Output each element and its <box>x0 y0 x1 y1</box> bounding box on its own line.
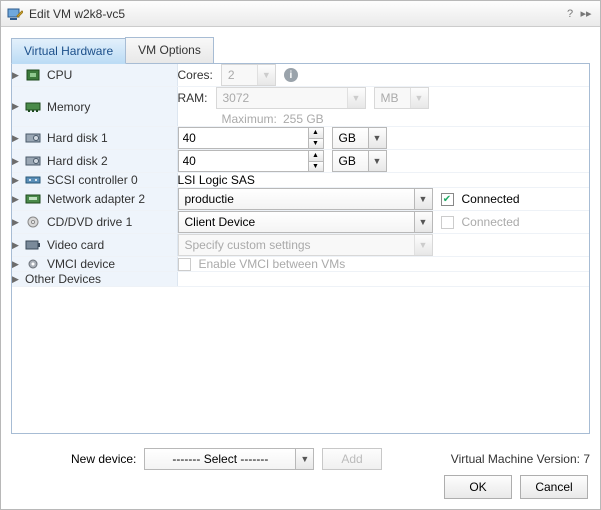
cd-icon <box>25 216 41 228</box>
vm-version-label: Virtual Machine Version: 7 <box>451 452 590 466</box>
cd-select[interactable]: Client Device▼ <box>178 211 433 233</box>
cpu-label: CPU <box>47 68 72 82</box>
vmci-checkbox <box>178 258 191 271</box>
edit-vm-dialog: Edit VM w2k8-vc5 ? ▸▸ Virtual Hardware V… <box>0 0 601 510</box>
row-cpu: ▶ CPU Cores: 2▼ i <box>12 64 589 87</box>
hd1-label: Hard disk 1 <box>47 131 108 145</box>
network-label: Network adapter 2 <box>47 192 145 206</box>
ram-max-label: Maximum: <box>222 112 277 126</box>
row-video-card: ▶ Video card Specify custom settings▼ <box>12 234 589 257</box>
cancel-button[interactable]: Cancel <box>520 475 588 499</box>
controller-icon <box>25 174 41 186</box>
tab-bar: Virtual Hardware VM Options <box>11 37 590 64</box>
expander-icon[interactable]: ▶ <box>12 103 19 110</box>
chevron-down-icon: ▼ <box>257 65 275 85</box>
hardware-panel: ▶ CPU Cores: 2▼ i ▶ <box>11 64 590 434</box>
new-device-select[interactable]: ------- Select -------▼ <box>144 448 314 470</box>
spin-up-icon[interactable]: ▲ <box>309 151 323 162</box>
row-network-adapter: ▶ Network adapter 2 productie▼ ✔ Connect… <box>12 188 589 211</box>
dialog-title: Edit VM w2k8-vc5 <box>29 7 562 21</box>
hd2-unit-select[interactable]: GB▼ <box>332 150 387 172</box>
memory-label: Memory <box>47 100 90 114</box>
video-select: Specify custom settings▼ <box>178 234 433 256</box>
help-icon[interactable]: ? <box>562 6 578 22</box>
cpu-cores-select: 2▼ <box>221 64 276 86</box>
spin-down-icon[interactable]: ▼ <box>309 162 323 172</box>
titlebar: Edit VM w2k8-vc5 ? ▸▸ <box>1 1 600 27</box>
disk-icon <box>25 155 41 167</box>
vmci-label: VMCI device <box>47 257 115 271</box>
row-memory: ▶ Memory RAM: 3072▼ MB▼ <box>12 87 589 127</box>
expander-icon[interactable]: ▶ <box>12 158 19 165</box>
ram-unit-select: MB▼ <box>374 87 429 109</box>
video-label: Video card <box>47 238 104 252</box>
expand-icon[interactable]: ▸▸ <box>578 6 594 22</box>
expander-icon[interactable]: ▶ <box>12 261 19 268</box>
vmci-option-label: Enable VMCI between VMs <box>199 257 346 271</box>
new-device-label: New device: <box>71 452 136 466</box>
disk-icon <box>25 132 41 144</box>
ram-label: RAM: <box>178 91 208 105</box>
vm-edit-icon <box>7 6 23 22</box>
hd2-label: Hard disk 2 <box>47 154 108 168</box>
chevron-down-icon[interactable]: ▼ <box>295 449 313 469</box>
network-connected-checkbox[interactable]: ✔ <box>441 193 454 206</box>
expander-icon[interactable]: ▶ <box>12 219 19 226</box>
ok-button[interactable]: OK <box>444 475 512 499</box>
add-button: Add <box>322 448 381 470</box>
tab-vm-options[interactable]: VM Options <box>125 37 214 63</box>
chevron-down-icon[interactable]: ▼ <box>368 128 386 148</box>
row-hard-disk-2: ▶ Hard disk 2 ▲▼ GB▼ <box>12 150 589 173</box>
row-vmci-device: ▶ VMCI device Enable VMCI between VMs <box>12 257 589 272</box>
gear-icon <box>25 258 41 270</box>
spin-up-icon[interactable]: ▲ <box>309 128 323 139</box>
cd-label: CD/DVD drive 1 <box>47 215 132 229</box>
cpu-icon <box>25 69 41 81</box>
expander-icon[interactable]: ▶ <box>12 72 19 79</box>
row-other-devices: ▶ Other Devices <box>12 272 589 287</box>
hd1-unit-select[interactable]: GB▼ <box>332 127 387 149</box>
expander-icon[interactable]: ▶ <box>12 196 19 203</box>
row-scsi-controller: ▶ SCSI controller 0 LSI Logic SAS <box>12 173 589 188</box>
row-cd-dvd: ▶ CD/DVD drive 1 Client Device▼ Connecte… <box>12 211 589 234</box>
chevron-down-icon[interactable]: ▼ <box>414 212 432 232</box>
hd2-size-input[interactable]: ▲▼ <box>178 150 324 172</box>
network-select[interactable]: productie▼ <box>178 188 433 210</box>
tab-virtual-hardware[interactable]: Virtual Hardware <box>11 38 126 64</box>
ram-value-select: 3072▼ <box>216 87 366 109</box>
ram-max-value: 255 GB <box>283 112 324 126</box>
video-icon <box>25 239 41 251</box>
scsi-label: SCSI controller 0 <box>47 173 138 187</box>
chevron-down-icon: ▼ <box>410 88 428 108</box>
expander-icon[interactable]: ▶ <box>12 135 19 142</box>
new-device-bar: New device: ------- Select -------▼ Add … <box>11 444 590 474</box>
cores-label: Cores: <box>178 68 213 82</box>
info-icon[interactable]: i <box>284 68 298 82</box>
other-label: Other Devices <box>25 272 101 286</box>
chevron-down-icon[interactable]: ▼ <box>368 151 386 171</box>
expander-icon[interactable]: ▶ <box>12 177 19 184</box>
chevron-down-icon[interactable]: ▼ <box>414 189 432 209</box>
chevron-down-icon: ▼ <box>347 88 365 108</box>
chevron-down-icon: ▼ <box>414 235 432 255</box>
expander-icon[interactable]: ▶ <box>12 242 19 249</box>
network-connected-label: Connected <box>462 192 520 206</box>
memory-icon <box>25 101 41 113</box>
network-icon <box>25 193 41 205</box>
hd1-size-input[interactable]: ▲▼ <box>178 127 324 149</box>
expander-icon[interactable]: ▶ <box>12 276 19 283</box>
scsi-value: LSI Logic SAS <box>178 173 255 187</box>
row-hard-disk-1: ▶ Hard disk 1 ▲▼ GB▼ <box>12 127 589 150</box>
cd-connected-label: Connected <box>462 215 520 229</box>
spin-down-icon[interactable]: ▼ <box>309 139 323 149</box>
cd-connected-checkbox <box>441 216 454 229</box>
